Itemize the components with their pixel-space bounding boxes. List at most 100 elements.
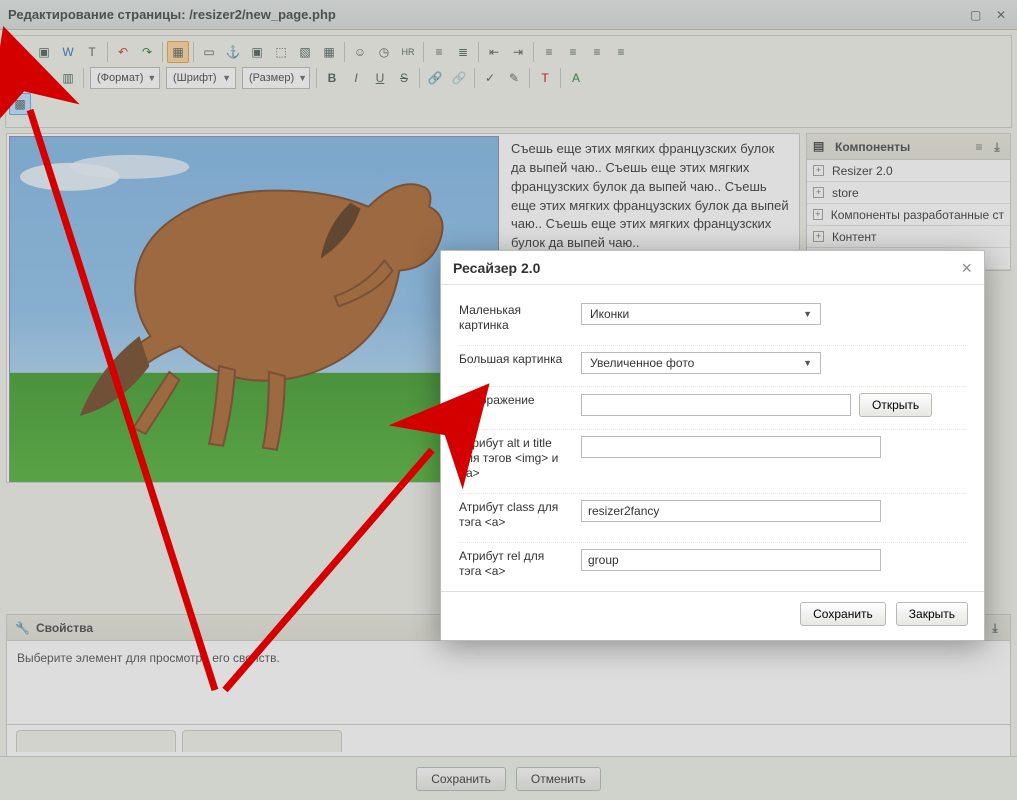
properties-title: Свойства <box>36 621 93 635</box>
dialog-footer: Сохранить Закрыть <box>441 591 984 640</box>
align-right-icon[interactable]: ≡ <box>586 41 608 63</box>
paste-text-icon[interactable]: T <box>81 41 103 63</box>
image-label: Изображение <box>459 393 567 408</box>
mode-visual-icon[interactable]: ¶ <box>9 67 31 89</box>
image-input[interactable] <box>581 394 851 416</box>
list-unordered-icon[interactable]: ≣ <box>452 41 474 63</box>
footer-save-button[interactable]: Сохранить <box>416 767 506 791</box>
component-tree-item[interactable]: + store <box>807 182 1010 204</box>
footer-bar: Сохранить Отменить <box>0 756 1017 800</box>
rel-input[interactable] <box>581 549 881 571</box>
redo-icon[interactable]: ↷ <box>136 41 158 63</box>
panel-menu-icon[interactable]: ≡ <box>972 140 986 154</box>
outdent-icon[interactable]: ⇤ <box>483 41 505 63</box>
alt-label: Атрибут alt и title для тэгов <img> и <a… <box>459 436 567 481</box>
highlight-toggle-icon[interactable]: ▦ <box>167 41 189 63</box>
large-image-value: Увеличенное фото <box>590 356 694 370</box>
italic-icon[interactable]: I <box>345 67 367 89</box>
row-class: Атрибут class для тэга <a> <box>459 494 966 543</box>
insert-div-icon[interactable]: ▭ <box>198 41 220 63</box>
dialog-close-button[interactable]: Закрыть <box>896 602 968 626</box>
size-select-label: (Размер) <box>249 72 294 84</box>
text-color-icon[interactable]: T <box>534 67 556 89</box>
paint-format-icon[interactable]: ✎ <box>503 67 525 89</box>
dialog-close-icon[interactable]: × <box>961 259 972 277</box>
anchor-icon[interactable]: ⚓ <box>222 41 244 63</box>
chevron-down-icon: ▼ <box>803 358 812 368</box>
tree-expand-icon[interactable]: + <box>813 231 824 242</box>
separator <box>344 42 345 62</box>
list-ordered-icon[interactable]: ≡ <box>428 41 450 63</box>
window-collapse-icon[interactable]: ▢ <box>968 7 984 23</box>
bottom-tab[interactable] <box>182 730 342 752</box>
font-select-label: (Шрифт) <box>173 72 217 84</box>
editor-image[interactable] <box>9 136 499 483</box>
bottom-tab[interactable] <box>16 730 176 752</box>
component-tree-item[interactable]: + Контент <box>807 226 1010 248</box>
dialog-header: Ресайзер 2.0 × <box>441 251 984 285</box>
font-select[interactable]: (Шрифт) ▼ <box>166 67 236 89</box>
panel-collapse-icon[interactable]: ⤓ <box>988 621 1002 635</box>
small-image-select[interactable]: Иконки ▼ <box>581 303 821 325</box>
image-icon[interactable]: ▧ <box>294 41 316 63</box>
class-input[interactable] <box>581 500 881 522</box>
tree-item-label: Resizer 2.0 <box>832 164 893 178</box>
paste-word-icon[interactable]: W <box>57 41 79 63</box>
resizer-dialog: Ресайзер 2.0 × Маленькая картинка Иконки… <box>440 250 985 641</box>
window-header: Редактирование страницы: /resizer2/new_p… <box>0 0 1017 30</box>
panel-collapse-icon[interactable]: ⤓ <box>990 140 1004 154</box>
undo-icon[interactable]: ↶ <box>112 41 134 63</box>
underline-icon[interactable]: U <box>369 67 391 89</box>
separator <box>560 68 561 88</box>
bg-color-icon[interactable]: A <box>565 67 587 89</box>
component-tree-item[interactable]: + Компоненты разработанные ст <box>807 204 1010 226</box>
chevron-down-icon: ▼ <box>222 73 231 83</box>
smiley-icon[interactable]: ☺ <box>349 41 371 63</box>
insert-video-icon[interactable]: ▣ <box>246 41 268 63</box>
tree-expand-icon[interactable]: + <box>813 209 823 220</box>
window-close-icon[interactable]: ✕ <box>993 7 1009 23</box>
unlink-icon[interactable]: 🔗 <box>448 67 470 89</box>
align-center-icon[interactable]: ≡ <box>562 41 584 63</box>
chevron-down-icon: ▼ <box>803 309 812 319</box>
flash-icon[interactable]: ⬚ <box>270 41 292 63</box>
alt-input[interactable] <box>581 436 881 458</box>
size-select[interactable]: (Размер) ▼ <box>242 67 310 89</box>
separator <box>423 42 424 62</box>
align-left-icon[interactable]: ≡ <box>538 41 560 63</box>
small-image-value: Иконки <box>590 307 629 321</box>
mode-split-icon[interactable]: ▤ <box>33 67 55 89</box>
bottom-tab-strip <box>6 724 1011 752</box>
component-tree-item[interactable]: + Resizer 2.0 <box>807 160 1010 182</box>
format-select[interactable]: (Формат) ▼ <box>90 67 160 89</box>
bold-icon[interactable]: B <box>321 67 343 89</box>
tree-expand-icon[interactable]: + <box>813 187 824 198</box>
settings-icon[interactable]: ⚙ <box>9 41 31 63</box>
image-open-button[interactable]: Открыть <box>859 393 932 417</box>
format-select-label: (Формат) <box>97 72 143 84</box>
large-image-select[interactable]: Увеличенное фото ▼ <box>581 352 821 374</box>
strike-icon[interactable]: S <box>393 67 415 89</box>
indent-icon[interactable]: ⇥ <box>507 41 529 63</box>
separator <box>533 42 534 62</box>
tree-expand-icon[interactable]: + <box>813 165 824 176</box>
dialog-body: Маленькая картинка Иконки ▼ Большая карт… <box>441 285 984 591</box>
separator <box>83 68 84 88</box>
window-title: Редактирование страницы: /resizer2/new_p… <box>8 7 962 22</box>
small-image-label: Маленькая картинка <box>459 303 567 333</box>
clock-icon[interactable]: ◷ <box>373 41 395 63</box>
align-justify-icon[interactable]: ≡ <box>610 41 632 63</box>
mode-source-icon[interactable]: ▥ <box>57 67 79 89</box>
properties-placeholder: Выберите элемент для просмотра его свойс… <box>17 651 280 665</box>
editor-toolbars: ⚙ ▣ W T ↶ ↷ ▦ ▭ ⚓ ▣ ⬚ ▧ ▦ ☺ ◷ HR ≡ ≣ ⇤ ⇥… <box>5 35 1012 128</box>
clear-format-icon[interactable]: ✓ <box>479 67 501 89</box>
link-icon[interactable]: 🔗 <box>424 67 446 89</box>
insert-component-icon[interactable]: ▣ <box>33 41 55 63</box>
hr-icon[interactable]: HR <box>397 41 419 63</box>
dialog-save-button[interactable]: Сохранить <box>800 602 886 626</box>
separator <box>316 68 317 88</box>
table-icon[interactable]: ▦ <box>318 41 340 63</box>
footer-cancel-button[interactable]: Отменить <box>516 767 601 791</box>
resizer-tool-icon[interactable]: ▩ <box>9 93 31 115</box>
chevron-down-icon: ▼ <box>298 73 307 83</box>
